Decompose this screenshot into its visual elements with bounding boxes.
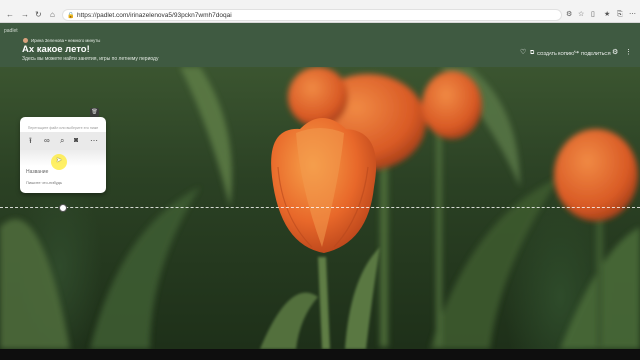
copy-icon: ⧉ (530, 50, 535, 56)
settings-icon[interactable]: ⚙ (566, 10, 572, 20)
share-arrow-icon: ↪ (574, 50, 580, 56)
reload-icon[interactable]: ↻ (35, 10, 42, 20)
camera-icon[interactable]: ◙ (74, 136, 78, 146)
upload-icon[interactable]: ⭱ (29, 136, 32, 146)
share-icon[interactable]: ⎘ (617, 10, 623, 20)
back-icon[interactable]: ← (6, 10, 14, 20)
author-name: Ирина Зеленова (31, 38, 64, 43)
body-field[interactable] (26, 180, 100, 185)
heart-icon[interactable]: ♡ (520, 49, 526, 57)
padlet-header: padlet Ирина Зеленова • немного минуты А… (0, 23, 640, 67)
search-icon[interactable]: ⌕ (60, 136, 64, 146)
more-menu-icon[interactable]: ⋮ (625, 49, 632, 57)
browser-toolbar: ← → ↻ ⌂ 🔒 https://padlet.com/irinazeleno… (0, 0, 640, 23)
drop-hint: Перетащите файл или выберите его ниже (27, 126, 99, 130)
drag-handle[interactable] (59, 204, 67, 212)
gear-icon[interactable]: ⚙ (612, 49, 618, 57)
delete-icon[interactable]: 🗑 (90, 108, 99, 117)
address-bar[interactable]: 🔒 https://padlet.com/irinazelenova5/93pc… (62, 9, 562, 21)
title-field[interactable]: Название (26, 169, 48, 175)
lock-icon: 🔒 (67, 13, 75, 19)
main-tulip (271, 118, 377, 253)
link-icon[interactable]: ∞ (44, 136, 50, 146)
url-text[interactable]: https://padlet.com/irinazelenova5/93pckn… (77, 11, 232, 20)
bottom-bar (0, 349, 640, 360)
share-button[interactable]: ПОДЕЛИТЬСЯ (581, 50, 611, 57)
drop-guide-line (0, 207, 640, 208)
more-icon[interactable]: ⋯ (90, 136, 98, 146)
attachment-toolbar: ⭱ ∞ ⌕ ◙ ⋯ (20, 132, 106, 150)
sidebar-icon[interactable]: ▯ (591, 10, 595, 20)
create-copy-button[interactable]: СОЗДАТЬ КОПИЮ (537, 50, 574, 57)
avatar (23, 38, 28, 43)
favorites-icon[interactable]: ★ (604, 10, 610, 20)
mouse-pointer-icon: ➤ (56, 157, 62, 164)
more-icon[interactable]: ⋯ (629, 10, 636, 20)
star-icon[interactable]: ☆ (578, 10, 584, 20)
page-title: Ах какое лето! (22, 44, 90, 55)
home-icon[interactable]: ⌂ (50, 10, 55, 20)
post-time: • немного минуты (65, 38, 101, 43)
forward-icon[interactable]: → (21, 10, 29, 20)
page-subtitle: Здесь вы можете найти занятия, игры по л… (22, 56, 159, 62)
padlet-logo[interactable]: padlet (4, 28, 18, 34)
